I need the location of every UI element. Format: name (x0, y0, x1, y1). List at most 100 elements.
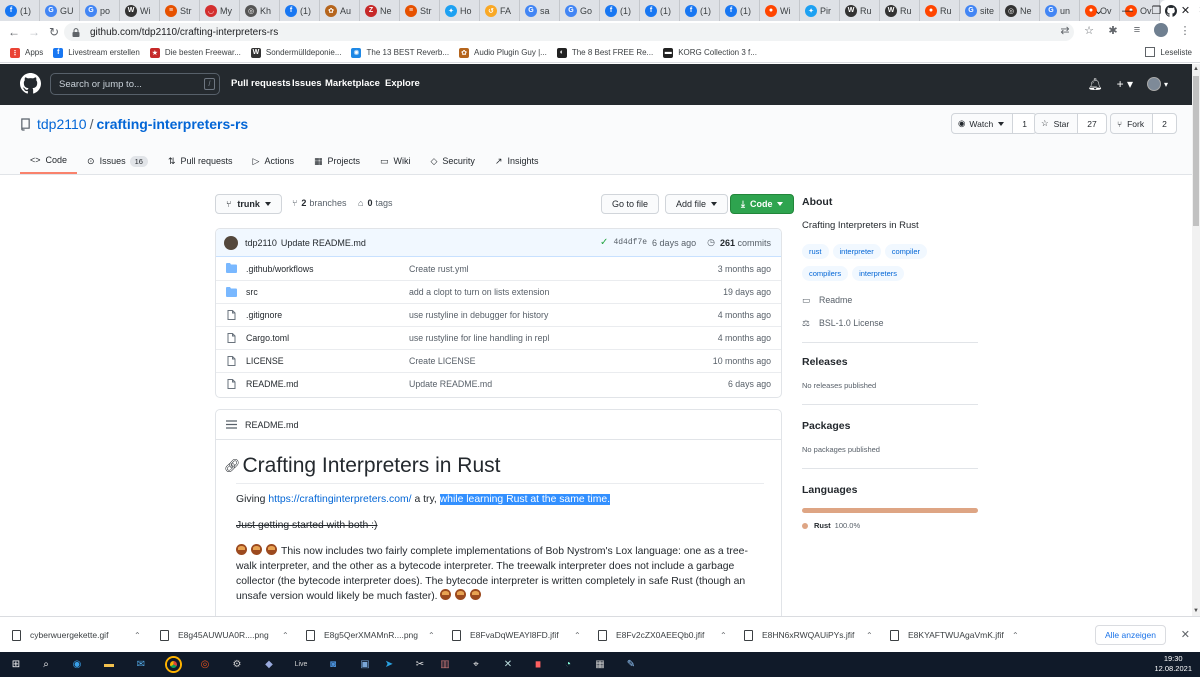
bookmark-item[interactable]: f Livestream erstellen (53, 47, 140, 58)
notifications-bell-icon[interactable]: 🔔︎ (1087, 77, 1102, 91)
topic-tag[interactable]: interpreters (852, 266, 905, 281)
browser-tab[interactable]: f (1) (720, 0, 760, 21)
topic-tag[interactable]: compilers (802, 266, 849, 281)
scroll-up-arrow-icon[interactable]: ▲ (1193, 66, 1199, 72)
file-name-link[interactable]: Cargo.toml (246, 333, 289, 343)
packages-heading[interactable]: Packages (802, 420, 978, 432)
browser-tab[interactable]: ✦ Pir (800, 0, 840, 21)
tab-code[interactable]: <> Code (20, 148, 78, 174)
ubuntu-icon[interactable]: ◎ (197, 656, 213, 672)
inkscape-icon[interactable]: ◆ (261, 656, 277, 672)
tab-pull-requests[interactable]: ⇅ Pull requests (158, 148, 243, 174)
file-commit-message[interactable]: Create LICENSE (409, 356, 476, 366)
browser-tab[interactable]: Gsa (520, 0, 560, 21)
edge-icon[interactable]: ◉ (69, 656, 85, 672)
tab-insights[interactable]: ↗ Insights (485, 148, 549, 174)
browser-tab[interactable]: W Wi (120, 0, 160, 21)
file-name-link[interactable]: README.md (246, 379, 298, 389)
crafting-interpreters-link[interactable]: https://craftinginterpreters.com/ (268, 494, 411, 505)
chevron-up-icon[interactable]: ⌃ (282, 631, 289, 640)
photos-icon[interactable]: ▣ (357, 656, 373, 672)
branch-selector[interactable]: ⑂ trunk (215, 194, 282, 214)
live-app-icon[interactable]: Live (293, 656, 309, 672)
chevron-up-icon[interactable]: ⌃ (574, 631, 581, 640)
topic-tag[interactable]: rust (802, 244, 829, 259)
scroll-down-arrow-icon[interactable]: ▼ (1193, 608, 1199, 614)
extensions-icon[interactable]: ✱ (1106, 24, 1120, 37)
browser-tab[interactable]: Gun (1040, 0, 1080, 21)
browser-tab[interactable]: ↺ FA (480, 0, 520, 21)
bookmark-item[interactable]: ▬ KORG Collection 3 f... (663, 47, 757, 58)
license-link[interactable]: ⚖︎ BSL-1.0 License (802, 318, 978, 328)
browser-tab[interactable]: f (1) (280, 0, 320, 21)
download-item[interactable]: E8Fv2cZX0AEEQb0.jfif ⌃ (598, 617, 727, 653)
file-name-link[interactable]: src (246, 287, 258, 297)
readme-link[interactable]: ▭ Readme (802, 295, 978, 305)
chevron-up-icon[interactable]: ⌃ (720, 631, 727, 640)
browser-tab[interactable]: ◎ Kh (240, 0, 280, 21)
chevron-up-icon[interactable]: ⌃ (428, 631, 435, 640)
browser-tab[interactable]: f (1) (0, 0, 40, 21)
chevron-up-icon[interactable]: ⌃ (134, 631, 141, 640)
repo-name-link[interactable]: crafting-interpreters-rs (96, 116, 248, 132)
bookmark-item[interactable]: W Sondermülldeponie... (250, 47, 341, 58)
commit-message[interactable]: Update README.md (281, 238, 366, 248)
file-commit-message[interactable]: Create rust.yml (409, 264, 469, 274)
browser-tab[interactable]: ≡ Str (160, 0, 200, 21)
tab-issues[interactable]: ⊙ Issues 16 (77, 148, 158, 174)
browser-tab[interactable]: Gsite (960, 0, 1000, 21)
browser-tab[interactable]: ● Wi (760, 0, 800, 21)
app-icon[interactable]: ▥ (437, 656, 453, 672)
nav-issues[interactable]: Issues (292, 78, 322, 89)
file-name-link[interactable]: .github/workflows (246, 264, 313, 274)
profile-avatar[interactable] (1154, 23, 1168, 37)
tab-wiki[interactable]: ▭ Wiki (370, 148, 421, 174)
branches-link[interactable]: ⑂ 2 branches (292, 198, 346, 208)
list-icon[interactable] (226, 420, 237, 429)
releases-heading[interactable]: Releases (802, 356, 978, 368)
download-item[interactable]: E8KYAFTWUAgaVmK.jfif ⌃ (890, 617, 1019, 653)
forward-button[interactable]: → (24, 25, 44, 39)
commit-author[interactable]: tdp2110 (245, 238, 277, 248)
file-commit-message[interactable]: use rustyline in debugger for history (409, 310, 548, 320)
download-item[interactable]: E8g5QerXMAMnR....png ⌃ (306, 617, 435, 653)
app-icon[interactable]: ✕ (500, 656, 516, 672)
app-icon[interactable]: ⚙ (229, 656, 245, 672)
back-button[interactable]: ← (4, 25, 24, 39)
star-button[interactable]: ☆ Star 27 (1034, 113, 1107, 134)
file-name-link[interactable]: LICENSE (246, 356, 284, 366)
minimize-button[interactable]: — (1113, 5, 1142, 17)
browser-tab[interactable]: ◡ My (200, 0, 240, 21)
app-icon[interactable]: ⌖ (468, 656, 484, 672)
github-logo-icon[interactable] (20, 73, 41, 94)
translate-icon[interactable]: ⇄ (1058, 24, 1072, 37)
add-file-button[interactable]: Add file (665, 194, 729, 214)
app-icon[interactable]: ▇ (530, 656, 546, 672)
nav-pull-requests[interactable]: Pull requests (231, 78, 291, 89)
nav-marketplace[interactable]: Marketplace (325, 78, 380, 89)
bookmark-item[interactable]: ◐ The 8 Best FREE Re... (556, 47, 653, 58)
app-icon[interactable]: ✎ (623, 656, 639, 672)
maximize-button[interactable]: ❐ (1142, 4, 1171, 17)
file-commit-message[interactable]: add a clopt to turn on lists extension (409, 287, 549, 297)
commits-link[interactable]: 261 commits (720, 238, 771, 248)
bookmark-item[interactable]: ✺ The 13 BEST Reverb... (351, 47, 449, 58)
tab-actions[interactable]: ▷ Actions (243, 148, 304, 174)
bookmark-item[interactable]: ★ Die besten Freewar... (149, 47, 241, 58)
browser-tab[interactable]: Z Ne (360, 0, 400, 21)
mail-icon[interactable]: ✉ (133, 656, 149, 672)
browser-tab[interactable]: f (1) (600, 0, 640, 21)
browser-tab[interactable]: G GU (40, 0, 80, 21)
close-window-button[interactable]: ✕ (1171, 4, 1200, 17)
reload-button[interactable]: ↻ (44, 25, 64, 39)
tab-search-icon[interactable]: ⌄ (1084, 4, 1113, 17)
browser-tab[interactable]: W Ru (840, 0, 880, 21)
chrome-icon[interactable] (165, 656, 181, 672)
user-menu[interactable]: ▾ (1146, 77, 1168, 91)
browser-tab[interactable]: ✦ Ho (440, 0, 480, 21)
file-name-link[interactable]: .gitignore (246, 310, 282, 320)
go-to-file-button[interactable]: Go to file (601, 194, 660, 214)
fork-count[interactable]: 2 (1153, 114, 1176, 133)
download-item[interactable]: cyberwuergekette.gif ⌃ (12, 617, 141, 653)
close-icon[interactable]: ✕ (1181, 628, 1190, 641)
